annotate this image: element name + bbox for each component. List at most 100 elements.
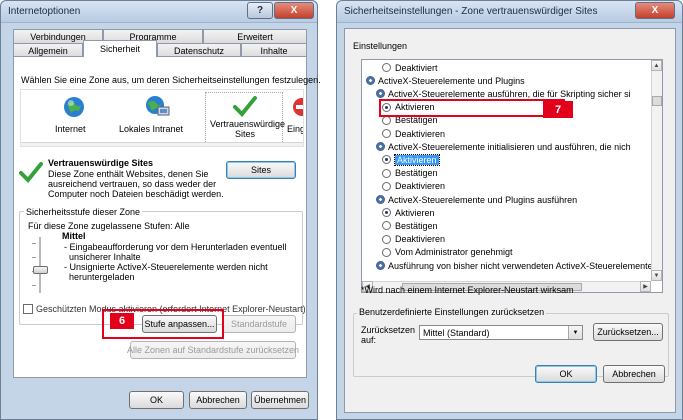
- reset-level-value: Mittel (Standard): [423, 327, 490, 338]
- settings-gear-icon: [366, 76, 375, 86]
- intranet-icon: [146, 96, 170, 116]
- ok-button[interactable]: OK: [535, 365, 597, 383]
- reset-all-zones-button[interactable]: Alle Zonen auf Standardstufe zurücksetze…: [127, 341, 299, 359]
- setting-label: Vom Administrator genehmigt: [395, 247, 513, 258]
- settings-gear-icon: [376, 142, 385, 152]
- allowed-levels: Für diese Zone zugelassene Stufen: Alle: [28, 221, 190, 231]
- help-button[interactable]: ?: [247, 2, 273, 19]
- setting-option[interactable]: Vom Administrator genehmigt: [382, 247, 513, 258]
- title-bar: Internetoptionen ? X: [1, 1, 317, 23]
- close-button[interactable]: X: [274, 2, 314, 19]
- sites-button[interactable]: Sites: [226, 161, 296, 179]
- setting-option[interactable]: Aktivieren: [382, 153, 440, 166]
- setting-label: Deaktivieren: [395, 128, 446, 139]
- setting-label: ActiveX-Steuerelemente initialisieren un…: [388, 141, 631, 152]
- zone-restricted[interactable]: Einge: [287, 94, 303, 144]
- setting-label: Bestätigen: [395, 168, 438, 179]
- setting-item: ActiveX-Steuerelemente initialisieren un…: [376, 141, 631, 152]
- setting-label: ActiveX-Steuerelemente und Plugins ausfü…: [388, 194, 578, 205]
- setting-option[interactable]: Deaktivieren: [382, 234, 445, 245]
- setting-label: Aktivieren: [394, 153, 440, 166]
- protected-mode-checkbox[interactable]: [23, 304, 33, 314]
- internet-options-dialog: Internetoptionen ? X Verbindungen Progra…: [0, 0, 321, 420]
- setting-label: Bestätigen: [395, 220, 438, 231]
- setting-option[interactable]: Deaktiviert: [382, 62, 438, 73]
- slider-track: [39, 237, 41, 293]
- settings-gear-icon: [376, 261, 385, 270]
- annotation-label-6: 6: [110, 313, 134, 329]
- dialog-title: Internetoptionen: [8, 6, 81, 17]
- settings-list[interactable]: Deaktiviert ActiveX-Steuerelemente und Pl…: [361, 59, 663, 293]
- zone-title: Vertrauenswürdige Sites: [48, 158, 154, 168]
- level-desc-line: - Eingabeaufforderung vor dem Herunterla…: [64, 242, 287, 252]
- radio-button[interactable]: [382, 181, 391, 191]
- zone-desc-line: Diese Zone enthält Websites, denen Sie: [48, 169, 209, 179]
- tab-inhalte[interactable]: Inhalte: [241, 43, 307, 57]
- radio-button[interactable]: [382, 234, 391, 244]
- scroll-up-arrow-icon[interactable]: ▲: [651, 60, 662, 71]
- setting-option[interactable]: Bestätigen: [382, 220, 438, 231]
- radio-button[interactable]: [382, 63, 391, 72]
- annotation-box-7: [379, 99, 565, 117]
- scroll-right-arrow-icon[interactable]: ▶: [640, 281, 651, 292]
- level-desc-line: heruntergeladen: [69, 272, 135, 282]
- scroll-thumb[interactable]: [652, 96, 662, 106]
- setting-label: ActiveX-Steuerelemente ausführen, die fü…: [388, 88, 631, 99]
- cancel-button[interactable]: Abbrechen: [603, 365, 665, 383]
- close-button[interactable]: X: [635, 2, 675, 19]
- chevron-down-icon: ▼: [568, 326, 582, 339]
- reset-button[interactable]: Zurücksetzen...: [593, 323, 663, 341]
- zone-list: Internet Lokales Intranet Vertrauenswürd…: [20, 89, 304, 147]
- level-desc-line: unsicherer Inhalte: [69, 252, 141, 262]
- radio-button[interactable]: [382, 247, 391, 257]
- zone-trusted[interactable]: Vertrauenswürdige Sites: [205, 92, 286, 146]
- slider-thumb[interactable]: [33, 266, 48, 274]
- zone-label: Internet: [55, 124, 86, 134]
- radio-button[interactable]: [382, 129, 391, 138]
- radio-button[interactable]: [382, 208, 391, 218]
- zone-label: Lokales Intranet: [119, 124, 184, 134]
- setting-label: ActiveX-Steuerelemente und Plugins: [378, 75, 525, 86]
- zone-label: Vertrauenswürdige Sites: [210, 119, 286, 139]
- default-level-button[interactable]: Standardstufe: [222, 315, 296, 333]
- apply-button[interactable]: Übernehmen: [251, 391, 309, 409]
- settings-panel: Einstellungen Deaktiviert ActiveX-Steuere…: [344, 28, 676, 413]
- dialog-title: Sicherheitseinstellungen - Zone vertraue…: [344, 6, 598, 17]
- setting-label: Ausführung von bisher nicht verwendeten …: [388, 260, 653, 271]
- zone-prompt: Wählen Sie eine Zone aus, um deren Siche…: [21, 75, 321, 85]
- setting-option[interactable]: Deaktivieren: [382, 181, 445, 192]
- reset-level-select[interactable]: Mittel (Standard) ▼: [419, 325, 583, 340]
- settings-gear-icon: [376, 195, 385, 204]
- tab-sicherheit[interactable]: Sicherheit: [83, 40, 157, 57]
- tab-allgemein[interactable]: Allgemein: [13, 43, 83, 57]
- checkmark-icon: [19, 162, 43, 183]
- annotation-label-7: 7: [543, 101, 573, 118]
- zone-intranet[interactable]: Lokales Intranet: [119, 94, 199, 144]
- setting-option[interactable]: Aktivieren: [382, 207, 435, 218]
- level-name: Mittel: [62, 231, 86, 241]
- radio-button[interactable]: [382, 221, 391, 231]
- zone-label: Einge: [287, 124, 303, 134]
- setting-item: Ausführung von bisher nicht verwendeten …: [376, 260, 653, 271]
- radio-button[interactable]: [382, 155, 391, 165]
- ok-button[interactable]: OK: [129, 391, 184, 409]
- security-level-title: Sicherheitsstufe dieser Zone: [24, 207, 143, 217]
- settings-label: Einstellungen: [353, 41, 408, 51]
- security-level-slider[interactable]: [32, 237, 48, 293]
- radio-button[interactable]: [382, 168, 391, 178]
- tab-erweitert[interactable]: Erweitert: [203, 29, 307, 43]
- restart-note: *Wird nach einem Internet Explorer-Neust…: [361, 285, 574, 295]
- tab-datenschutz[interactable]: Datenschutz: [157, 43, 241, 57]
- setting-label: Aktivieren: [395, 207, 435, 218]
- zone-internet[interactable]: Internet: [43, 94, 103, 144]
- settings-list-vscroll[interactable]: ▲ ▼: [651, 60, 662, 281]
- scroll-down-arrow-icon[interactable]: ▼: [651, 270, 662, 281]
- cancel-button[interactable]: Abbrechen: [189, 391, 247, 409]
- setting-category: ActiveX-Steuerelemente und Plugins: [366, 75, 525, 86]
- zone-desc-line: ausreichend vertrauen, so dass weder der: [48, 179, 217, 189]
- setting-option[interactable]: Deaktivieren: [382, 128, 445, 139]
- zone-list-scrollbar[interactable]: [21, 142, 303, 146]
- setting-option[interactable]: Bestätigen: [382, 168, 438, 179]
- radio-button[interactable]: [382, 115, 391, 125]
- setting-label: Deaktiviert: [395, 62, 438, 73]
